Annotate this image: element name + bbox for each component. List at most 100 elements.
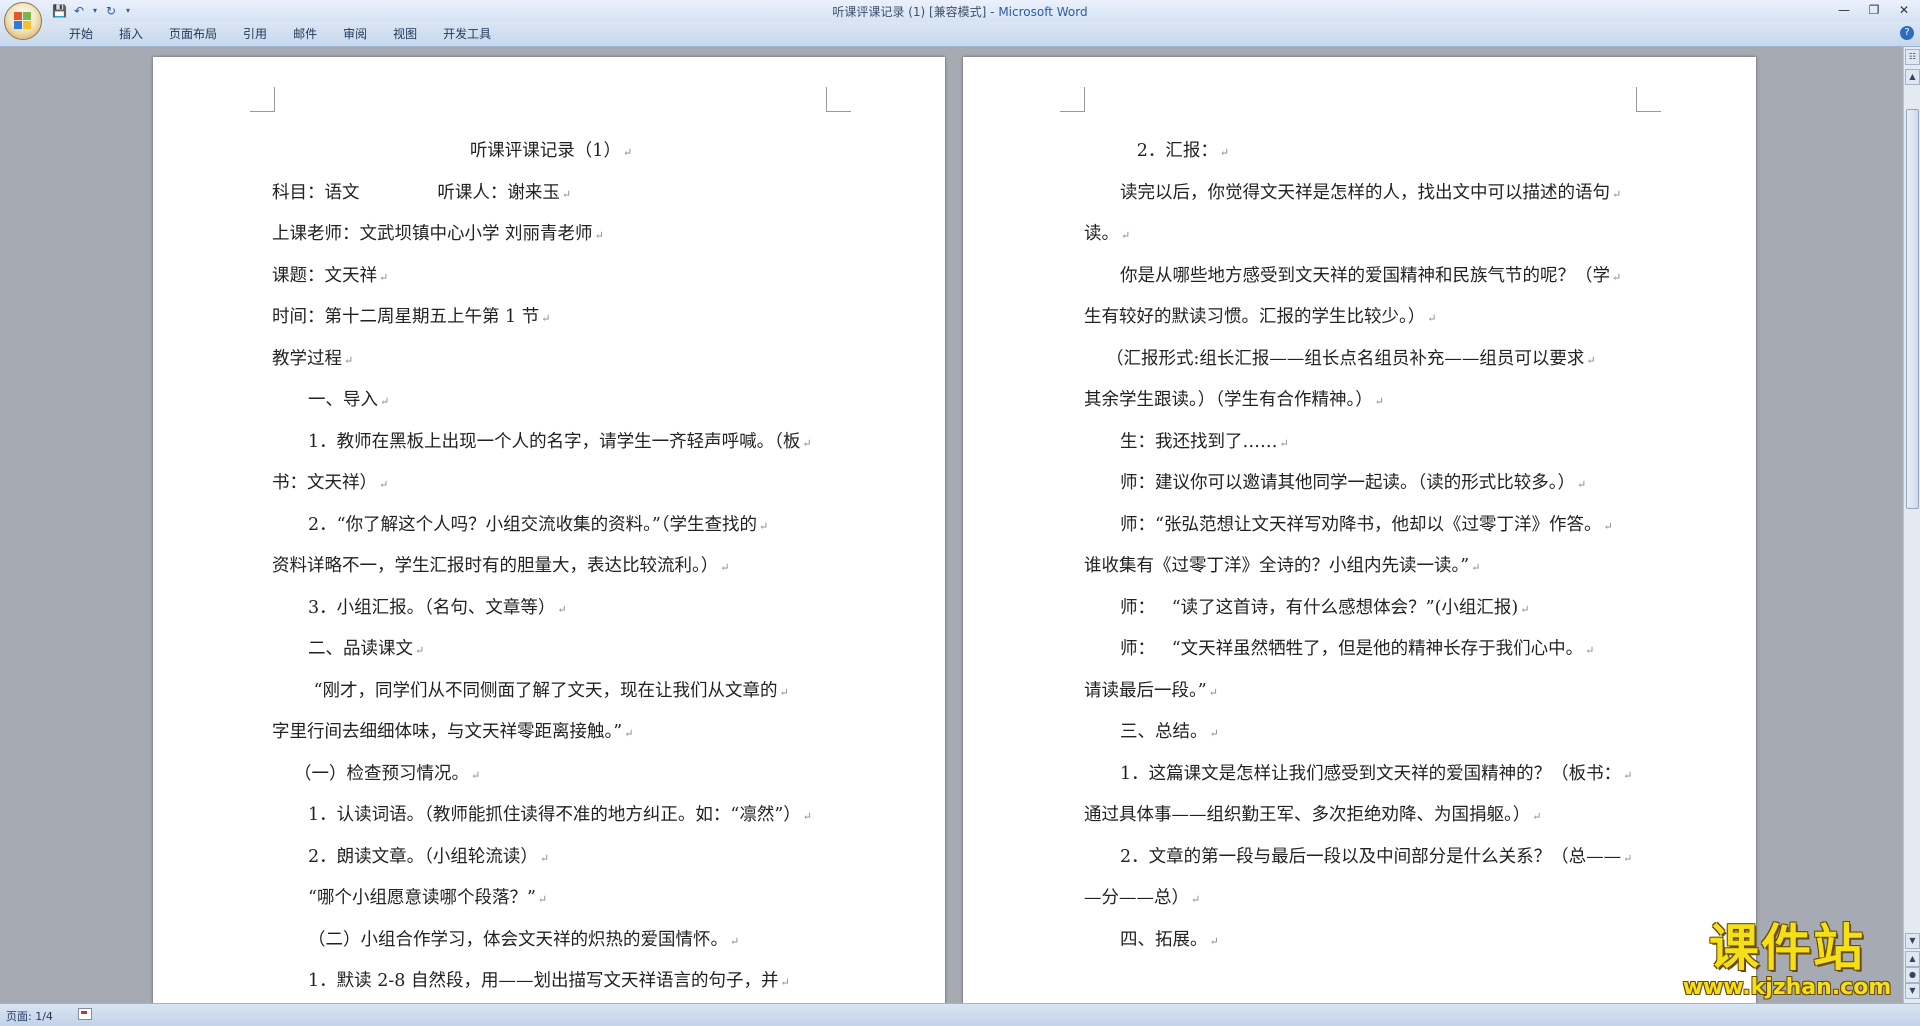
- next-page-icon[interactable]: ▼: [1905, 983, 1920, 999]
- document-paragraph[interactable]: 3．小组汇报。（名句、文章等） ↵: [272, 588, 830, 630]
- document-paragraph[interactable]: （一）检查预习情况。 ↵: [272, 754, 830, 796]
- paragraph-mark-icon: ↵: [557, 602, 567, 616]
- document-paragraph[interactable]: 师： “读了这首诗，有什么感想体会？”(小组汇报) ↵: [1084, 588, 1642, 630]
- page-indicator[interactable]: 页面: 1/4: [6, 1008, 53, 1024]
- page-content-left[interactable]: 听课评课记录（1） ↵ 科目：语文 听课人：谢来玉 ↵ 上课老师：文武坝镇中心小学 刘丽…: [272, 131, 830, 1003]
- scrollbar-thumb[interactable]: [1906, 109, 1919, 509]
- document-paragraph[interactable]: 师：建议你可以邀请其他同学一起读。（读的形式比较多。） ↵: [1084, 463, 1642, 505]
- page-content-right[interactable]: 2．汇报： ↵ 读完以后，你觉得文天祥是怎样的人，找出文中可以描述的语句 ↵ 读。 ↵ 你是…: [1084, 131, 1642, 961]
- tab-mailings[interactable]: 邮件: [280, 26, 330, 42]
- document-paragraph[interactable]: 读完以后，你觉得文天祥是怎样的人，找出文中可以描述的语句 ↵: [1084, 173, 1642, 215]
- paragraph-mark-icon: ↵: [1219, 146, 1230, 159]
- document-paragraph[interactable]: 1．认读词语。（教师能抓住读得不准的地方纠正。如：“凛然”） ↵: [272, 795, 830, 837]
- document-paragraph[interactable]: 生有较好的默读习惯。汇报的学生比较少。） ↵: [1084, 297, 1642, 339]
- document-page-left[interactable]: 听课评课记录（1） ↵ 科目：语文 听课人：谢来玉 ↵ 上课老师：文武坝镇中心小学 刘丽…: [153, 57, 945, 1003]
- paragraph-text: 科目：语文 听课人：谢来玉: [272, 182, 560, 203]
- document-paragraph[interactable]: 听课评课记录（1） ↵: [272, 131, 830, 173]
- document-paragraph[interactable]: 请读最后一段。” ↵: [1084, 671, 1642, 713]
- document-page-right[interactable]: 2．汇报： ↵ 读完以后，你觉得文天祥是怎样的人，找出文中可以描述的语句 ↵ 读。 ↵ 你是…: [963, 57, 1756, 1003]
- document-paragraph[interactable]: 二、品读课文 ↵: [272, 629, 830, 671]
- watermark-title: 课件站: [1709, 919, 1865, 977]
- scroll-up-icon[interactable]: ▲: [1905, 69, 1920, 85]
- document-paragraph[interactable]: 通过具体事——组织勤王军、多次拒绝劝降、为国捐躯。） ↵: [1084, 795, 1642, 837]
- document-paragraph[interactable]: 教学过程 ↵: [272, 339, 830, 381]
- document-paragraph[interactable]: —分——总） ↵: [1084, 878, 1642, 920]
- paragraph-mark-icon: ↵: [1603, 519, 1613, 533]
- close-icon[interactable]: ✕: [1894, 2, 1914, 18]
- paragraph-mark-icon: ↵: [1208, 685, 1218, 699]
- tab-view[interactable]: 视图: [380, 26, 430, 42]
- paragraph-text: 二、品读课文: [308, 639, 413, 659]
- document-paragraph[interactable]: 2．“你了解这个人吗？小组交流收集的资料。”（学生查找的 ↵: [272, 505, 830, 547]
- document-paragraph[interactable]: 课题：文天祥 ↵: [272, 256, 830, 298]
- document-paragraph[interactable]: 2．文章的第一段与最后一段以及中间部分是什么关系？（总—— ↵: [1084, 837, 1642, 879]
- document-paragraph[interactable]: “哪个小组愿意读哪个段落？” ↵: [272, 878, 830, 920]
- previous-page-icon[interactable]: ▲: [1905, 951, 1920, 967]
- ribbon: 开始 插入 页面布局 引用 邮件 审阅 视图 开发工具 ?: [0, 22, 1920, 47]
- document-paragraph[interactable]: 一、导入 ↵: [272, 380, 830, 422]
- margin-corner-mark: [1060, 87, 1085, 112]
- tab-page-layout[interactable]: 页面布局: [156, 26, 230, 42]
- document-paragraph[interactable]: 四、拓展。 ↵: [1084, 920, 1642, 962]
- document-paragraph[interactable]: 时间：第十二周星期五上午第 1 节 ↵: [272, 297, 830, 339]
- tab-developer[interactable]: 开发工具: [430, 26, 504, 42]
- ruler-toggle-icon[interactable]: ☷: [1905, 49, 1920, 65]
- document-paragraph[interactable]: 师： “文天祥虽然牺牲了，但是他的精神长存于我们心中。 ↵: [1084, 629, 1642, 671]
- document-paragraph[interactable]: 其余学生跟读。）（学生有合作精神。） ↵: [1084, 380, 1642, 422]
- document-paragraph[interactable]: 1．这篇课文是怎样让我们感受到文天祥的爱国精神的？（板书： ↵: [1084, 754, 1642, 796]
- tab-review[interactable]: 审阅: [330, 26, 380, 42]
- document-paragraph[interactable]: 谁收集有《过零丁洋》全诗的？小组内先读一读。” ↵: [1084, 546, 1642, 588]
- tab-home[interactable]: 开始: [56, 26, 106, 42]
- app-name: Microsoft Word: [998, 5, 1088, 19]
- proofing-status-icon[interactable]: [78, 1008, 92, 1020]
- paragraph-mark-icon: ↵: [541, 312, 551, 325]
- paragraph-text: 上课老师：文武坝镇中心小学 刘丽青老师: [272, 224, 593, 244]
- document-paragraph[interactable]: 1．默读 2-8 自然段，用——划出描写文天祥语言的句子，并 ↵: [272, 961, 830, 1003]
- document-paragraph[interactable]: 读。 ↵: [1084, 214, 1642, 256]
- scroll-down-icon[interactable]: ▼: [1905, 933, 1920, 949]
- paragraph-mark-icon: ↵: [1585, 644, 1595, 657]
- paragraph-mark-icon: ↵: [537, 893, 548, 906]
- document-paragraph[interactable]: 三、总结。 ↵: [1084, 712, 1642, 754]
- document-paragraph[interactable]: 生：我还找到了…… ↵: [1084, 422, 1642, 464]
- watermark-url: www.kjzhan.com: [1682, 975, 1892, 1000]
- document-paragraph[interactable]: 2．汇报： ↵: [1084, 131, 1642, 173]
- ribbon-tabs: 开始 插入 页面布局 引用 邮件 审阅 视图 开发工具: [56, 26, 504, 42]
- document-paragraph[interactable]: 书：文天祥） ↵: [272, 463, 830, 505]
- paragraph-mark-icon: ↵: [624, 727, 634, 740]
- paragraph-text: 读。: [1084, 224, 1119, 244]
- tab-insert[interactable]: 插入: [106, 26, 156, 42]
- document-paragraph[interactable]: “刚才，同学们从不同侧面了解了文天，现在让我们从文章的 ↵: [272, 671, 830, 713]
- paragraph-mark-icon: ↵: [344, 353, 354, 367]
- paragraph-mark-icon: ↵: [1586, 353, 1596, 367]
- document-paragraph[interactable]: 字里行间去细细体味，与文天祥零距离接触。” ↵: [272, 712, 830, 754]
- office-button[interactable]: [4, 2, 42, 40]
- paragraph-text: “刚才，同学们从不同侧面了解了文天，现在让我们从文章的: [308, 680, 778, 701]
- document-paragraph[interactable]: 你是从哪些地方感受到文天祥的爱国精神和民族气节的呢？（学 ↵: [1084, 256, 1642, 298]
- status-bar: 页面: 1/4: [0, 1003, 1920, 1026]
- paragraph-text: 课题：文天祥: [272, 265, 377, 286]
- browse-object-icon[interactable]: ●: [1905, 967, 1920, 983]
- help-icon[interactable]: ?: [1900, 26, 1914, 40]
- tab-references[interactable]: 引用: [230, 26, 280, 42]
- margin-corner-mark: [826, 87, 851, 112]
- document-paragraph[interactable]: 上课老师：文武坝镇中心小学 刘丽青老师 ↵: [272, 214, 830, 256]
- watermark: 课件站 www.kjzhan.com: [1672, 920, 1902, 1000]
- paragraph-mark-icon: ↵: [780, 976, 790, 989]
- paragraph-text: 资料详略不一，学生汇报时有的胆量大，表达比较流利。）: [272, 556, 719, 576]
- document-paragraph[interactable]: （二）小组合作学习，体会文天祥的炽热的爱国情怀。 ↵: [272, 920, 830, 962]
- paragraph-mark-icon: ↵: [1209, 727, 1219, 740]
- document-paragraph[interactable]: 科目：语文 听课人：谢来玉 ↵: [272, 173, 830, 215]
- document-paragraph[interactable]: 师：“张弘范想让文天祥写劝降书，他却以《过零丁洋》作答。 ↵: [1084, 505, 1642, 547]
- document-paragraph[interactable]: 1．教师在黑板上出现一个人的名字，请学生一齐轻声呼喊。（板 ↵: [272, 422, 830, 464]
- restore-icon[interactable]: ❐: [1864, 2, 1884, 18]
- minimize-icon[interactable]: —: [1834, 2, 1854, 18]
- vertical-scrollbar[interactable]: ☷ ▲ ▼ ▲ ● ▼: [1903, 47, 1920, 1003]
- paragraph-mark-icon: ↵: [1623, 768, 1633, 782]
- paragraph-mark-icon: ↵: [622, 146, 633, 159]
- document-paragraph[interactable]: 2．朗读文章。（小组轮流读） ↵: [272, 837, 830, 879]
- paragraph-text: （汇报形式:组长汇报——组长点名组员补充——组员可以要求: [1106, 348, 1585, 369]
- paragraph-mark-icon: ↵: [1612, 187, 1622, 201]
- document-paragraph[interactable]: （汇报形式:组长汇报——组长点名组员补充——组员可以要求 ↵: [1084, 339, 1642, 381]
- document-paragraph[interactable]: 资料详略不一，学生汇报时有的胆量大，表达比较流利。） ↵: [272, 546, 830, 588]
